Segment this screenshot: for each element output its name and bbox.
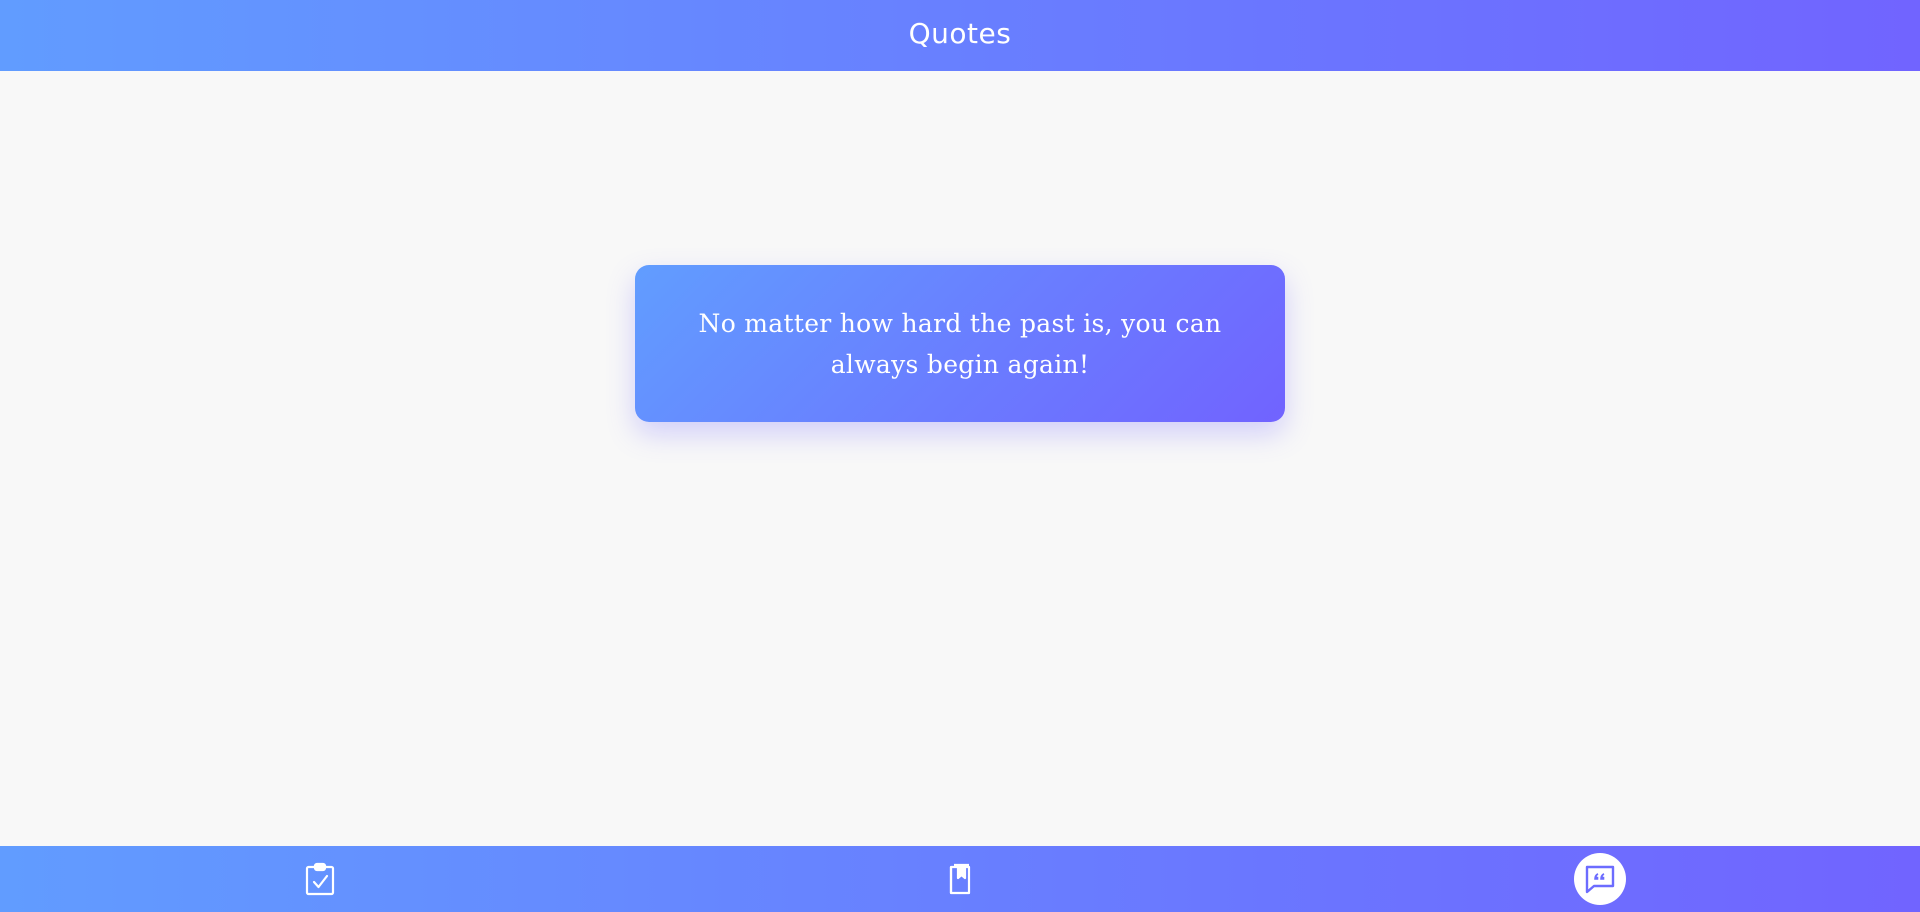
bottom-nav — [0, 846, 1920, 912]
page-title: Quotes — [908, 17, 1012, 50]
app-root: Quotes No matter how hard the past is, y… — [0, 0, 1920, 912]
quote-card: No matter how hard the past is, you can … — [635, 265, 1285, 422]
quote-text: No matter how hard the past is, you can … — [698, 308, 1222, 379]
nav-item-quotes[interactable] — [1570, 846, 1630, 912]
top-bar: Quotes — [0, 0, 1920, 71]
main-content: No matter how hard the past is, you can … — [0, 71, 1920, 846]
book-bookmark-icon — [947, 863, 973, 895]
clipboard-check-icon — [305, 862, 335, 896]
nav-item-tasks[interactable] — [290, 846, 350, 912]
nav-item-journal[interactable] — [930, 846, 990, 912]
quote-message-icon — [1574, 853, 1626, 905]
